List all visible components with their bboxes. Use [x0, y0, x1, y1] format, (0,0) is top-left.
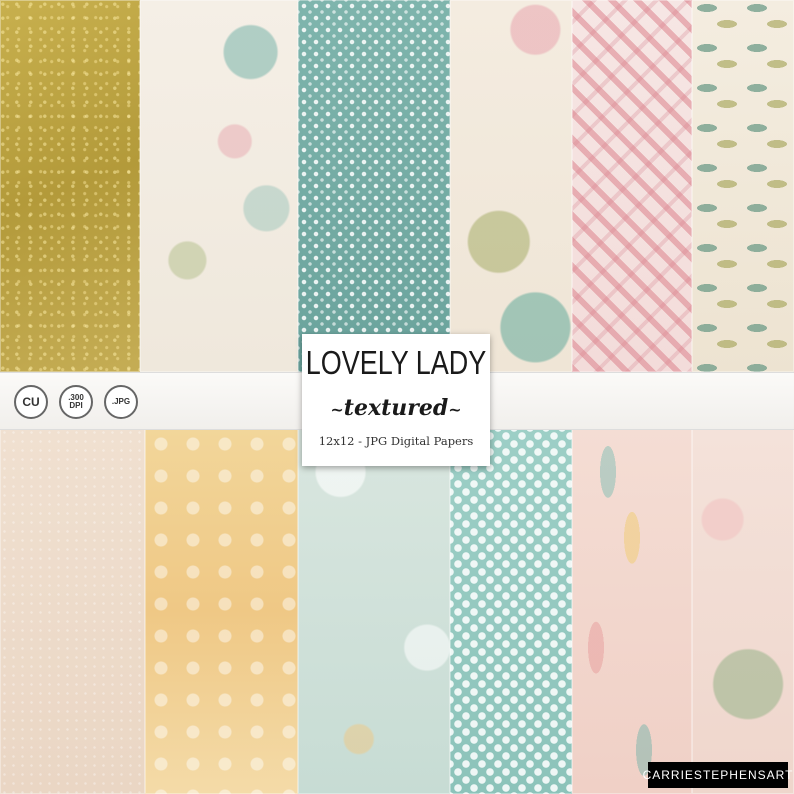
title-card: LOVELY LADY ~textured~ 12x12 - JPG Digit… [302, 334, 490, 466]
subtitle-squiggle-right: ~ [448, 400, 462, 419]
dpi-badge: .300 DPI [59, 385, 93, 419]
brand-label: CARRIESTEPHENSART [643, 762, 792, 788]
cu-badge-label: CU [22, 395, 40, 409]
product-title: LOVELY LADY [305, 344, 487, 382]
paper-teal-polka-dot [450, 428, 572, 794]
subtitle-text: textured [343, 395, 449, 421]
paper-leaf-pattern [692, 0, 794, 372]
paper-cream-leaf [450, 0, 572, 372]
jpg-badge-label: .JPG [111, 397, 131, 406]
cu-badge: CU [14, 385, 48, 419]
dpi-badge-unit: DPI [69, 401, 83, 410]
subtitle-squiggle-left: ~ [330, 400, 344, 419]
paper-gold-floral [0, 0, 140, 372]
product-description: 12x12 - JPG Digital Papers [318, 434, 474, 448]
paper-pale-teal-floral [298, 428, 450, 794]
paper-yellow-floral [145, 428, 298, 794]
paper-pink-feather [572, 428, 692, 794]
jpg-badge: .JPG [104, 385, 138, 419]
paper-pink-floral [692, 428, 794, 794]
paper-beige-speckle [0, 428, 145, 794]
product-subtitle: ~textured~ [302, 395, 490, 421]
paper-teal-baby-breath [298, 0, 450, 372]
paper-pink-plaid [572, 0, 692, 372]
paper-cream-floral [140, 0, 298, 372]
